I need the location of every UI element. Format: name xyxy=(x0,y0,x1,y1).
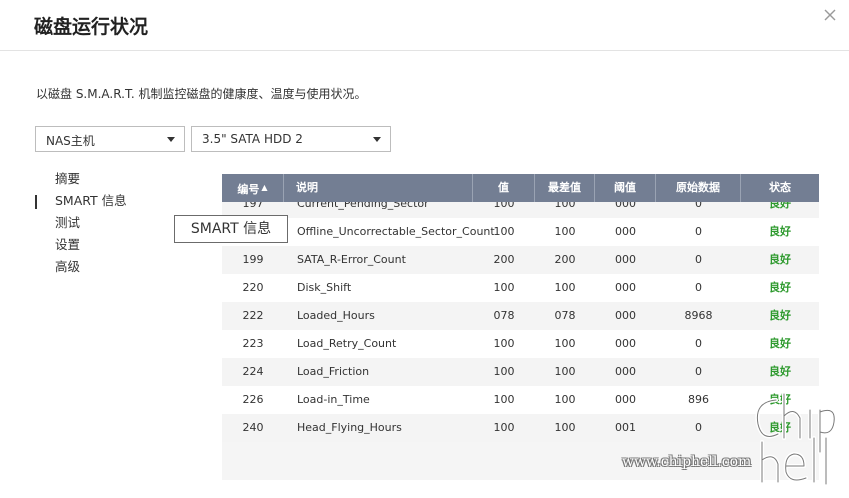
table-row[interactable]: 226 Load-in_Time 100 100 000 896 良好 xyxy=(222,386,819,414)
table-row[interactable]: 222 Loaded_Hours 078 078 000 8968 良好 xyxy=(222,302,819,330)
column-header-value[interactable]: 值 xyxy=(473,174,535,202)
smart-table: 编号 ▲ 说明 值 最差值 阈值 原始数据 状态 197 Current_Pendi… xyxy=(222,174,819,480)
table-row[interactable]: 223 Load_Retry_Count 100 100 000 0 良好 xyxy=(222,330,819,358)
table-row[interactable]: 220 Disk_Shift 100 100 000 0 良好 xyxy=(222,274,819,302)
cell-status: 良好 xyxy=(769,281,791,294)
cell-status: 良好 xyxy=(769,225,791,238)
tooltip: SMART 信息 xyxy=(174,215,288,243)
cell-threshold: 000 xyxy=(615,309,636,322)
cell-value: 100 xyxy=(493,225,515,238)
cell-value: 100 xyxy=(493,365,515,378)
cell-id: 199 xyxy=(242,253,264,266)
cell-worst: 100 xyxy=(554,393,576,406)
cell-worst: 200 xyxy=(554,253,576,266)
nav-item-test[interactable]: 测试 xyxy=(35,214,127,236)
cell-worst: 100 xyxy=(554,337,576,350)
cell-worst: 100 xyxy=(554,281,576,294)
cell-value: 100 xyxy=(493,421,515,434)
cell-id: 240 xyxy=(242,421,264,434)
table-row[interactable]: 240 Head_Flying_Hours 100 100 001 0 良好 xyxy=(222,414,819,442)
cell-desc: Offline_Uncorrectable_Sector_Count xyxy=(297,225,495,238)
cell-value: 200 xyxy=(493,253,515,266)
cell-threshold: 000 xyxy=(615,337,636,350)
cell-raw: 896 xyxy=(688,393,709,406)
sort-ascending-icon: ▲ xyxy=(261,183,268,192)
disk-select[interactable]: 3.5" SATA HDD 2 xyxy=(191,126,391,152)
column-header-status[interactable]: 状态 xyxy=(741,174,819,202)
cell-status: 良好 xyxy=(769,309,791,322)
cell-threshold: 000 xyxy=(615,253,636,266)
close-icon[interactable] xyxy=(821,6,839,24)
cell-raw: 0 xyxy=(695,225,702,238)
cell-value: 100 xyxy=(493,337,515,350)
cell-id: 220 xyxy=(242,281,264,294)
cell-desc: Disk_Shift xyxy=(297,281,352,294)
cell-desc: SATA_R-Error_Count xyxy=(297,253,406,266)
nav-item-summary[interactable]: 摘要 xyxy=(35,170,127,192)
column-header-desc[interactable]: 说明 xyxy=(284,174,473,202)
column-header-raw[interactable]: 原始数据 xyxy=(656,174,741,202)
cell-desc: Head_Flying_Hours xyxy=(297,421,402,434)
cell-worst: 100 xyxy=(554,225,576,238)
chevron-down-icon xyxy=(373,137,381,142)
dialog-description: 以磁盘 S.M.A.R.T. 机制监控磁盘的健康度、温度与使用状况。 xyxy=(36,87,367,101)
disk-select-value: 3.5" SATA HDD 2 xyxy=(202,132,303,146)
column-header-worst[interactable]: 最差值 xyxy=(535,174,595,202)
cell-raw: 0 xyxy=(695,421,702,434)
cell-worst: 100 xyxy=(554,365,576,378)
cell-value: 078 xyxy=(493,309,515,322)
host-select[interactable]: NAS主机 xyxy=(35,126,185,152)
cell-desc: Load_Retry_Count xyxy=(297,337,397,350)
cell-threshold: 000 xyxy=(615,225,636,238)
cell-raw: 0 xyxy=(695,281,702,294)
cell-value: 100 xyxy=(493,281,515,294)
cell-raw: 0 xyxy=(695,253,702,266)
dialog-header: 磁盘运行状况 xyxy=(0,0,849,51)
cell-threshold: 000 xyxy=(615,281,636,294)
host-select-value: NAS主机 xyxy=(46,134,95,148)
cell-desc: Load-in_Time xyxy=(297,393,370,406)
dialog-title: 磁盘运行状况 xyxy=(34,16,149,38)
table-row[interactable]: 224 Load_Friction 100 100 000 0 良好 xyxy=(222,358,819,386)
cell-desc: Load_Friction xyxy=(297,365,370,378)
cell-raw: 8968 xyxy=(684,309,713,322)
nav-item-advanced[interactable]: 高级 xyxy=(35,258,127,280)
nav-item-settings[interactable]: 设置 xyxy=(35,236,127,258)
cell-status: 良好 xyxy=(769,393,791,406)
cell-worst: 100 xyxy=(554,421,576,434)
cell-status: 良好 xyxy=(769,253,791,266)
cell-desc: Loaded_Hours xyxy=(297,309,375,322)
cell-id: 226 xyxy=(242,393,264,406)
cell-id: 223 xyxy=(242,337,264,350)
cell-threshold: 000 xyxy=(615,393,636,406)
column-header-threshold[interactable]: 阈值 xyxy=(595,174,656,202)
cell-id: 222 xyxy=(242,309,264,322)
table-row[interactable]: 199 SATA_R-Error_Count 200 200 000 0 良好 xyxy=(222,246,819,274)
cell-threshold: 001 xyxy=(615,421,636,434)
cell-id: 224 xyxy=(242,365,264,378)
cell-value: 100 xyxy=(493,393,515,406)
table-body: 197Current_Pending_Sector1001000000良好198… xyxy=(222,190,819,442)
cell-status: 良好 xyxy=(769,421,791,434)
cell-status: 良好 xyxy=(769,365,791,378)
column-header-id-label: 编号 xyxy=(237,183,260,196)
nav-item-smart-info[interactable]: SMART 信息 xyxy=(35,192,127,214)
cell-raw: 0 xyxy=(695,365,702,378)
cell-worst: 078 xyxy=(554,309,576,322)
cell-threshold: 000 xyxy=(615,365,636,378)
cell-raw: 0 xyxy=(695,337,702,350)
side-nav: 摘要 SMART 信息 测试 设置 高级 xyxy=(35,170,127,280)
column-header-id[interactable]: 编号 ▲ xyxy=(222,174,284,202)
table-row[interactable]: 198Offline_Uncorrectable_Sector_Count100… xyxy=(222,218,819,246)
chevron-down-icon xyxy=(167,137,175,142)
cell-status: 良好 xyxy=(769,337,791,350)
table-header: 编号 ▲ 说明 值 最差值 阈值 原始数据 状态 xyxy=(222,174,819,202)
